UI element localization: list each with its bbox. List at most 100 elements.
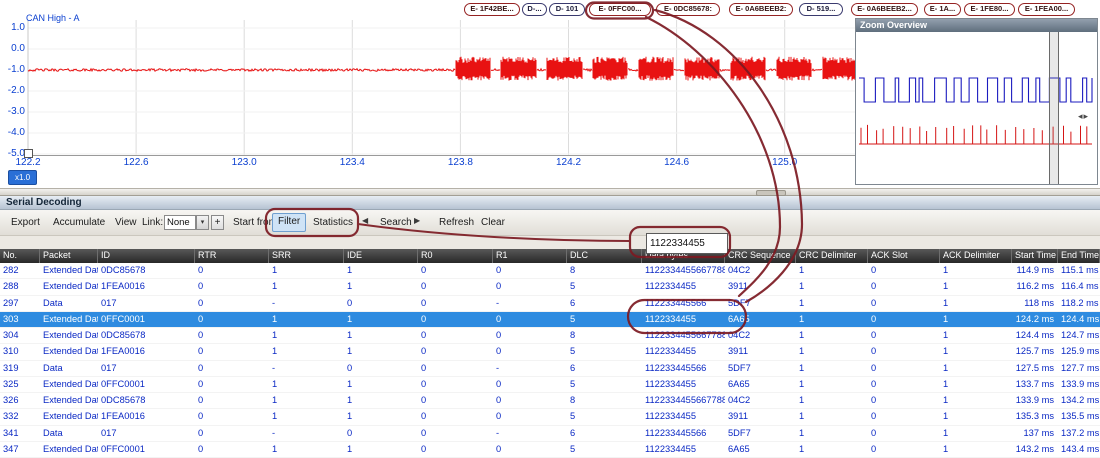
packet-tag[interactable]: D-... xyxy=(522,3,547,16)
x-tick-label: 123.0 xyxy=(232,157,257,168)
panel-splitter[interactable] xyxy=(0,188,1100,196)
table-cell: 1 xyxy=(796,279,868,294)
table-cell: 114.9 ms xyxy=(1012,263,1058,278)
refresh-button[interactable]: Refresh xyxy=(434,214,479,231)
table-cell: 137 ms xyxy=(1012,426,1058,441)
filter-value-input[interactable] xyxy=(646,233,728,254)
link-add-button[interactable]: + xyxy=(211,215,224,230)
table-cell: 341 xyxy=(0,426,40,441)
table-cell: - xyxy=(493,296,567,311)
table-cell: 0 xyxy=(868,263,940,278)
packet-tag[interactable]: D- 101 xyxy=(549,3,585,16)
table-cell: 6A65 xyxy=(725,377,796,392)
column-header-ide[interactable]: IDE xyxy=(344,249,418,263)
column-header-ack-slot[interactable]: ACK Slot xyxy=(868,249,940,263)
zoom-window-marker[interactable] xyxy=(1049,32,1059,184)
table-row[interactable]: 341Data0170-00-61122334455665DF7101137 m… xyxy=(0,426,1100,442)
table-cell: 0 xyxy=(868,377,940,392)
column-header-no-[interactable]: No. xyxy=(0,249,40,263)
table-row[interactable]: 288Extended Data1FEA00160110051122334455… xyxy=(0,279,1100,295)
table-cell: 8 xyxy=(567,328,642,343)
table-cell: 135.5 ms xyxy=(1058,409,1100,424)
export-button[interactable]: Export xyxy=(6,214,45,231)
zoom-factor-badge[interactable]: x1.0 xyxy=(8,170,37,185)
packet-tag[interactable]: E- 0A6BEEB2... xyxy=(851,3,918,16)
table-cell: 5 xyxy=(567,279,642,294)
packet-tag[interactable]: E- 1FE80... xyxy=(964,3,1015,16)
table-cell: 6 xyxy=(567,361,642,376)
table-cell: 0 xyxy=(418,263,493,278)
table-cell: 0FFC0001 xyxy=(98,442,195,457)
y-tick-label: 0.0 xyxy=(0,43,25,55)
table-row[interactable]: 282Extended Data0DC856780110081122334455… xyxy=(0,263,1100,279)
column-header-srr[interactable]: SRR xyxy=(269,249,344,263)
column-header-dlc[interactable]: DLC xyxy=(567,249,642,263)
table-cell: - xyxy=(493,361,567,376)
table-cell: 137.2 ms xyxy=(1058,426,1100,441)
chevron-down-icon[interactable]: ▾ xyxy=(196,215,209,230)
table-cell: 5DF7 xyxy=(725,426,796,441)
table-header-row: No.PacketIDRTRSRRIDER0R1DLCData bytesCRC… xyxy=(0,249,1100,263)
column-header-end-time[interactable]: End Time xyxy=(1058,249,1100,263)
packet-tag[interactable]: E- 1F42BE... xyxy=(464,3,520,16)
packet-tag[interactable]: E- 0FFC00... xyxy=(589,3,651,16)
packet-tag[interactable]: E- 0A6BEEB2: xyxy=(729,3,793,16)
accumulate-button[interactable]: Accumulate xyxy=(48,214,110,231)
table-cell: 118.2 ms xyxy=(1058,296,1100,311)
table-cell: 1 xyxy=(940,393,1012,408)
packet-tag[interactable]: D- 519... xyxy=(799,3,843,16)
filter-button[interactable]: Filter xyxy=(272,213,306,232)
table-row[interactable]: 297Data0170-00-61122334455665DF7101118 m… xyxy=(0,296,1100,312)
table-cell: 1 xyxy=(344,344,418,359)
table-cell: 1 xyxy=(269,312,344,327)
table-cell: 0 xyxy=(195,361,269,376)
packet-tag[interactable]: E- 0DC85678: xyxy=(656,3,720,16)
column-header-ack-delimiter[interactable]: ACK Delimiter xyxy=(940,249,1012,263)
table-row[interactable]: 304Extended Data0DC856780110081122334455… xyxy=(0,328,1100,344)
table-cell: 5 xyxy=(567,442,642,457)
table-cell: 303 xyxy=(0,312,40,327)
search-prev-icon[interactable]: ◀ xyxy=(362,216,368,225)
column-header-crc-delimiter[interactable]: CRC Delimiter xyxy=(796,249,868,263)
statistics-button[interactable]: Statistics xyxy=(308,214,358,231)
column-header-crc-sequence[interactable]: CRC Sequence xyxy=(725,249,796,263)
zoom-overview-title[interactable]: Zoom Overview xyxy=(856,19,1097,32)
link-select[interactable]: None xyxy=(164,215,196,230)
packet-tag[interactable]: E- 1FEA00... xyxy=(1018,3,1075,16)
table-row[interactable]: 332Extended Data1FEA00160110051122334455… xyxy=(0,409,1100,425)
table-cell: 0 xyxy=(195,296,269,311)
table-cell: 0DC85678 xyxy=(98,263,195,278)
table-cell: 124.2 ms xyxy=(1012,312,1058,327)
table-cell: 325 xyxy=(0,377,40,392)
table-row[interactable]: 326Extended Data0DC856780110081122334455… xyxy=(0,393,1100,409)
packet-tag[interactable]: E- 1A... xyxy=(924,3,961,16)
table-cell: 1 xyxy=(269,328,344,343)
search-button[interactable]: Search xyxy=(375,214,417,231)
table-cell: 0 xyxy=(195,409,269,424)
table-row[interactable]: 319Data0170-00-61122334455665DF7101127.5… xyxy=(0,361,1100,377)
clear-button[interactable]: Clear xyxy=(476,214,510,231)
column-header-packet[interactable]: Packet xyxy=(40,249,98,263)
table-body: 282Extended Data0DC856780110081122334455… xyxy=(0,263,1100,458)
view-button[interactable]: View xyxy=(110,214,142,231)
column-header-rtr[interactable]: RTR xyxy=(195,249,269,263)
table-cell: 0 xyxy=(493,328,567,343)
serial-decoding-title: Serial Decoding xyxy=(0,196,1100,210)
axis-drag-handle[interactable] xyxy=(24,149,33,158)
column-header-r0[interactable]: R0 xyxy=(418,249,493,263)
table-row[interactable]: 347Extended Data0FFC00010110051122334455… xyxy=(0,442,1100,458)
table-cell: 1 xyxy=(940,442,1012,457)
table-row[interactable]: 325Extended Data0FFC00010110051122334455… xyxy=(0,377,1100,393)
table-cell: - xyxy=(269,296,344,311)
table-row[interactable]: 303Extended Data0FFC00010110051122334455… xyxy=(0,312,1100,328)
table-cell: 1 xyxy=(344,442,418,457)
column-header-id[interactable]: ID xyxy=(98,249,195,263)
column-header-start-time[interactable]: Start Time xyxy=(1012,249,1058,263)
table-cell: 1 xyxy=(940,344,1012,359)
table-row[interactable]: 310Extended Data1FEA00160110051122334455… xyxy=(0,344,1100,360)
table-cell: 0 xyxy=(418,409,493,424)
search-next-icon[interactable]: ▶ xyxy=(414,216,420,225)
column-header-r1[interactable]: R1 xyxy=(493,249,567,263)
table-cell: 118 ms xyxy=(1012,296,1058,311)
zoom-window-handles-icon[interactable]: ◂▸ xyxy=(1078,111,1089,122)
